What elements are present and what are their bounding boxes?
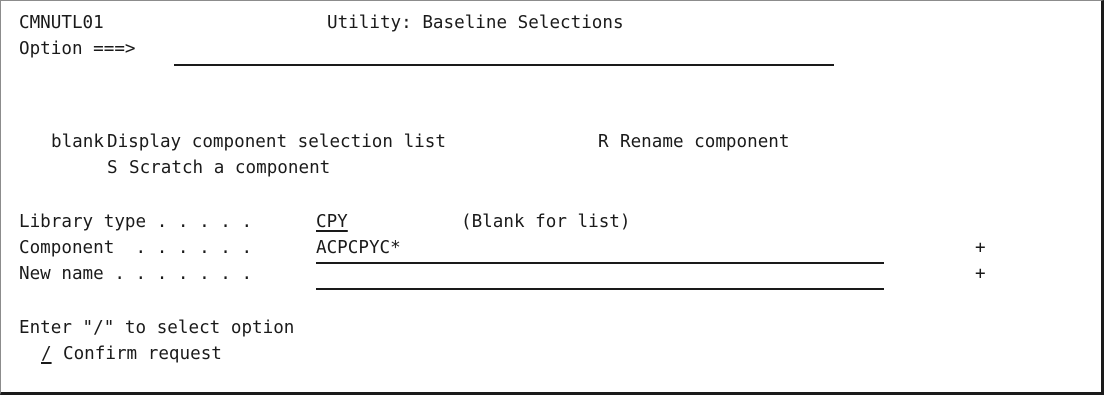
library-type-label: Library type . . . . . <box>19 212 253 232</box>
action-s-code: S <box>107 158 118 178</box>
component-prompt-icon[interactable]: + <box>975 237 986 259</box>
option-input-underline <box>174 64 834 66</box>
option-label: Option ===> <box>19 39 136 59</box>
option-input[interactable] <box>174 38 834 60</box>
new-name-input-underline <box>316 288 884 290</box>
panel-title: Utility: Baseline Selections <box>327 13 624 33</box>
new-name-prompt-icon[interactable]: + <box>975 263 986 285</box>
action-s-desc: Scratch a component <box>129 158 331 178</box>
action-blank-desc: Display component selection list <box>107 132 446 152</box>
new-name-input[interactable] <box>316 263 884 285</box>
action-blank-code: blank <box>51 132 104 152</box>
ispf-panel: CMNUTL01 Utility: Baseline Selections Op… <box>0 0 1104 395</box>
component-label: Component . . . . . . <box>19 238 253 258</box>
action-r-code: R <box>598 132 609 152</box>
component-input[interactable]: ACPCPYC* <box>316 237 884 259</box>
confirm-checkbox[interactable]: / <box>41 343 52 365</box>
panel-id: CMNUTL01 <box>19 13 104 33</box>
action-r-desc: Rename component <box>620 132 790 152</box>
select-instruction: Enter "/" to select option <box>19 318 295 338</box>
library-type-input[interactable]: CPY <box>316 211 348 233</box>
library-type-hint: (Blank for list) <box>461 212 631 232</box>
confirm-label: Confirm request <box>63 344 222 364</box>
new-name-label: New name . . . . . . . <box>19 264 253 284</box>
